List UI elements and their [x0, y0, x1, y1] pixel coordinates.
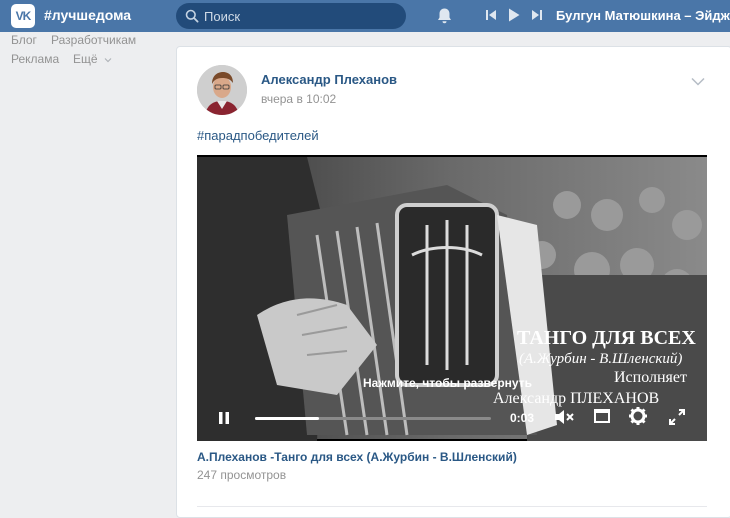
nav-link-ads[interactable]: Реклама: [11, 52, 59, 66]
top-bar: VK #лучшедома Поиск Булгун Матюшкина – Э…: [0, 0, 730, 32]
nav-more[interactable]: Ещё: [73, 52, 112, 66]
previous-track-icon[interactable]: [486, 9, 496, 21]
post-divider: [197, 506, 707, 507]
video-progress-bar[interactable]: [255, 417, 491, 420]
author-photo-icon: [197, 65, 247, 115]
nav-more-label: Ещё: [73, 52, 98, 66]
video-player[interactable]: ТАНГО ДЛЯ ВСЕХ (А.Журбин - В.Шленский) И…: [197, 155, 707, 441]
chevron-down-icon: [104, 57, 112, 63]
pause-icon[interactable]: [217, 411, 231, 425]
video-progress-fill: [255, 417, 319, 420]
search-input[interactable]: Поиск: [176, 3, 406, 29]
fullscreen-icon[interactable]: [669, 409, 685, 425]
mini-player-icon[interactable]: [594, 408, 610, 424]
search-icon: [185, 9, 199, 23]
expand-hint[interactable]: Нажмите, чтобы развернуть: [363, 376, 532, 390]
settings-gear-icon[interactable]: [628, 406, 648, 426]
video-overlay-authors: (А.Журбин - В.Шленский): [519, 351, 683, 367]
post-actions-chevron-icon[interactable]: [691, 77, 705, 86]
play-icon[interactable]: [508, 8, 520, 22]
video-time: 0:03: [510, 411, 535, 425]
vk-logo-text: VK: [15, 9, 32, 23]
post-hashtag[interactable]: #парадпобедителей: [197, 128, 319, 143]
author-avatar[interactable]: [197, 65, 247, 115]
next-track-icon[interactable]: [532, 9, 542, 21]
video-title[interactable]: А.Плеханов -Танго для всех (А.Журбин - В…: [197, 450, 517, 464]
nav-link-blog[interactable]: Блог: [11, 33, 37, 47]
volume-muted-icon[interactable]: [553, 408, 575, 426]
header-hashtag[interactable]: #лучшедома: [44, 7, 131, 23]
nav-link-developers[interactable]: Разработчикам: [51, 33, 136, 47]
post-card: Александр Плеханов вчера в 10:02 #парадп…: [176, 46, 730, 518]
post-time[interactable]: вчера в 10:02: [261, 92, 336, 106]
video-overlay-performer-label: Исполняет: [614, 369, 688, 386]
post-author-name[interactable]: Александр Плеханов: [261, 72, 397, 87]
vk-logo[interactable]: VK: [11, 4, 35, 28]
video-views: 247 просмотров: [197, 468, 287, 482]
notifications-bell-icon[interactable]: [436, 7, 453, 25]
video-overlay-title: ТАНГО ДЛЯ ВСЕХ: [517, 327, 696, 349]
search-placeholder: Поиск: [204, 9, 241, 24]
now-playing-track[interactable]: Булгун Матюшкина – Эйдже: [556, 8, 730, 23]
